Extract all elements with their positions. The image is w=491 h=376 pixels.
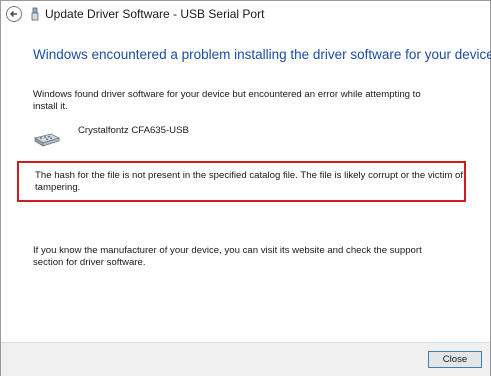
- error-message: The hash for the file is not present in …: [35, 170, 464, 193]
- intro-text: Windows found driver software for your d…: [33, 89, 421, 112]
- dialog-footer: Close: [1, 342, 490, 376]
- close-button-label: Close: [442, 354, 468, 365]
- help-text: If you know the manufacturer of your dev…: [33, 245, 422, 268]
- dialog-window: Update Driver Software - USB Serial Port…: [0, 0, 491, 376]
- title-bar: Update Driver Software - USB Serial Port: [1, 1, 490, 31]
- window-title: Update Driver Software - USB Serial Port: [45, 7, 265, 21]
- page-title: Windows encountered a problem installing…: [33, 47, 491, 62]
- error-message-box: The hash for the file is not present in …: [17, 161, 466, 202]
- back-button[interactable]: [6, 6, 22, 22]
- driver-icon: [31, 7, 39, 21]
- back-arrow-icon: [10, 11, 17, 17]
- device-name: Crystalfontz CFA635-USB: [78, 125, 189, 136]
- usb-serial-device-icon: [33, 133, 61, 147]
- close-button[interactable]: Close: [428, 351, 482, 368]
